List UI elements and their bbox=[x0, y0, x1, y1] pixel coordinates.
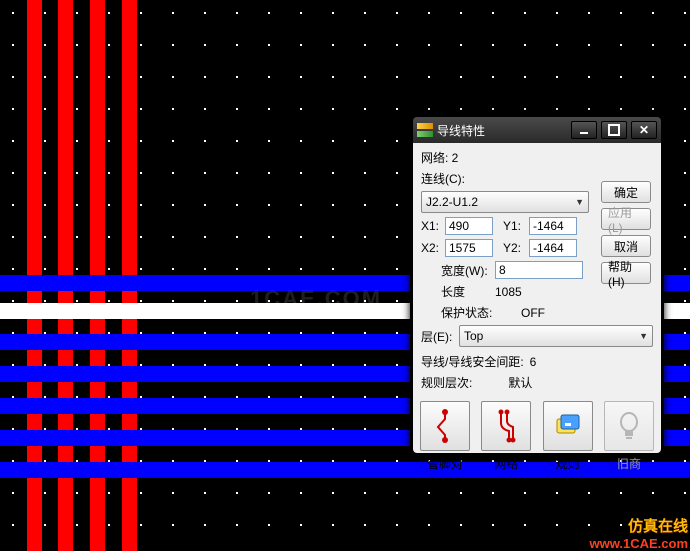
connection-select[interactable]: J2.2-U1.2 ▼ bbox=[421, 191, 589, 213]
apply-button[interactable]: 应用(L) bbox=[601, 208, 651, 230]
layer-value: Top bbox=[464, 329, 483, 343]
length-value: 1085 bbox=[495, 285, 522, 299]
x2-input[interactable]: 1575 bbox=[445, 239, 493, 257]
cancel-button[interactable]: 取消 bbox=[601, 235, 651, 257]
watermark-badge-bottom: www.1CAE.com bbox=[590, 536, 688, 551]
close-button[interactable]: ✕ bbox=[631, 121, 657, 139]
y2-label: Y2: bbox=[503, 241, 525, 255]
show-button bbox=[604, 401, 654, 451]
maximize-button[interactable] bbox=[601, 121, 627, 139]
pin-pair-icon bbox=[428, 409, 462, 443]
rule-level-label: 规则层次: bbox=[421, 374, 472, 391]
y2-input[interactable]: -1464 bbox=[529, 239, 577, 257]
x2-label: X2: bbox=[421, 241, 441, 255]
width-input[interactable]: 8 bbox=[495, 261, 583, 279]
x1-label: X1: bbox=[421, 219, 441, 233]
rule-icons-row: 管脚对 网络 bbox=[421, 401, 653, 472]
protect-label: 保护状态: bbox=[441, 304, 497, 321]
x1-input[interactable]: 490 bbox=[445, 217, 493, 235]
layer-select[interactable]: Top ▼ bbox=[459, 325, 653, 347]
watermark-badge: 仿真在线 www.1CAE.com bbox=[590, 515, 688, 551]
pin-pair-button[interactable] bbox=[420, 401, 470, 451]
trace-properties-dialog: 导线特性 ✕ 确定 应用(L) 取消 帮助(H) 网络: 2 连线(C): J2… bbox=[410, 114, 664, 456]
width-label: 宽度(W): bbox=[441, 262, 491, 279]
connection-label: 连线(C): bbox=[421, 170, 465, 187]
pin-pair-label: 管脚对 bbox=[427, 455, 463, 472]
show-label: 旧商 bbox=[617, 455, 641, 472]
connection-value: J2.2-U1.2 bbox=[426, 195, 478, 209]
length-label: 长度 bbox=[441, 283, 491, 300]
net-label: 网络 bbox=[494, 455, 518, 472]
minimize-button[interactable] bbox=[571, 121, 597, 139]
y1-input[interactable]: -1464 bbox=[529, 217, 577, 235]
help-button[interactable]: 帮助(H) bbox=[601, 262, 651, 284]
protect-value: OFF bbox=[521, 306, 545, 320]
lightbulb-icon bbox=[612, 409, 646, 443]
pads-icon bbox=[417, 123, 433, 137]
dialog-title: 导线特性 bbox=[437, 122, 571, 139]
ok-button[interactable]: 确定 bbox=[601, 181, 651, 203]
watermark-text: 1CAE.COM bbox=[250, 286, 382, 312]
dropdown-arrow-icon: ▼ bbox=[575, 197, 584, 207]
clearance-label: 导线/导线安全间距: bbox=[421, 353, 524, 370]
dialog-titlebar[interactable]: 导线特性 ✕ bbox=[413, 117, 661, 143]
layer-label: 层(E): bbox=[421, 328, 455, 345]
clearance-value: 6 bbox=[530, 355, 537, 369]
dialog-body: 确定 应用(L) 取消 帮助(H) 网络: 2 连线(C): J2.2-U1.2… bbox=[413, 143, 661, 453]
dropdown-arrow-icon: ▼ bbox=[639, 331, 648, 341]
rules-button[interactable] bbox=[543, 401, 593, 451]
net-icon bbox=[489, 409, 523, 443]
pcb-canvas[interactable]: // defer grid drawing until after body s… bbox=[0, 0, 690, 551]
rules-icon bbox=[551, 409, 585, 443]
rule-level-value: 默认 bbox=[508, 374, 532, 391]
net-count-label: 网络: 2 bbox=[421, 149, 458, 166]
watermark-badge-top: 仿真在线 bbox=[590, 515, 688, 536]
y1-label: Y1: bbox=[503, 219, 525, 233]
rules-label: 规则 bbox=[556, 455, 580, 472]
net-button[interactable] bbox=[481, 401, 531, 451]
